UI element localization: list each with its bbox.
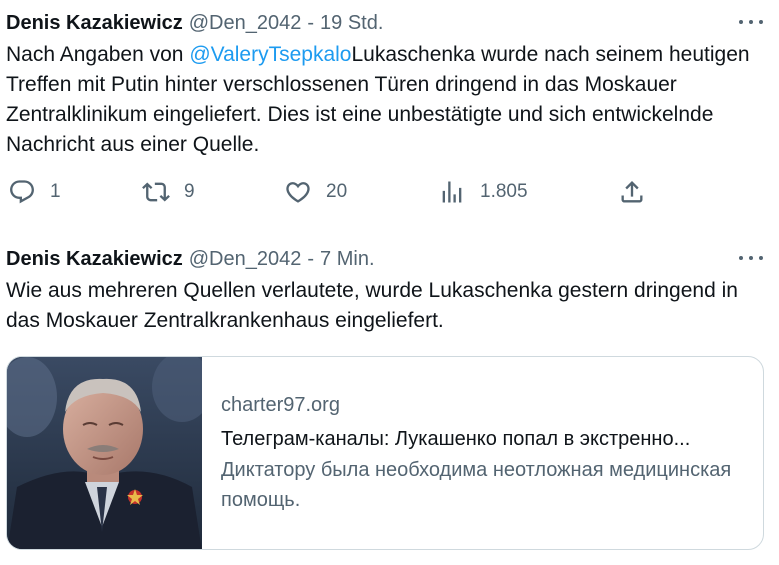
- share-icon: [618, 178, 646, 206]
- link-preview-card[interactable]: charter97.org Телеграм-каналы: Лукашенко…: [6, 356, 764, 550]
- more-options-icon[interactable]: [739, 12, 763, 32]
- display-name[interactable]: Denis Kazakiewicz: [6, 12, 183, 35]
- retweet-count: 9: [184, 181, 195, 202]
- tweet-text: Nach Angaben von @ValeryTsepkaloLukasche…: [6, 40, 776, 160]
- views-button[interactable]: 1.805: [438, 178, 528, 206]
- card-thumbnail-image[interactable]: [7, 357, 202, 549]
- reply-count: 1: [50, 181, 61, 202]
- display-name[interactable]: Denis Kazakiewicz: [6, 248, 183, 271]
- retweet-button[interactable]: 9: [142, 178, 195, 206]
- like-count: 20: [326, 181, 348, 202]
- card-description: Диктатору была необходима неотложная мед…: [221, 459, 732, 511]
- tweet-header: Denis Kazakiewicz @Den_2042 - 19 Std.: [6, 8, 769, 38]
- views-bar-chart-icon: [438, 178, 466, 206]
- separator: -: [307, 247, 315, 270]
- tweet[interactable]: Denis Kazakiewicz @Den_2042 - 19 Std. Na…: [6, 8, 769, 204]
- card-title[interactable]: Телеграм-каналы: Лукашенко попал в экстр…: [221, 425, 749, 453]
- more-options-icon[interactable]: [739, 248, 763, 268]
- reply-button[interactable]: 1: [8, 178, 61, 206]
- share-button[interactable]: [618, 178, 646, 206]
- tweet[interactable]: Denis Kazakiewicz @Den_2042 - 7 Min. Wie…: [6, 244, 769, 336]
- timestamp[interactable]: 19 Std.: [320, 12, 383, 35]
- retweet-icon: [142, 178, 170, 206]
- tweet-actions: 1 9 20 1.805: [6, 178, 656, 208]
- reply-icon: [8, 178, 36, 206]
- tweet-text-prefix: Nach Angaben von: [6, 43, 190, 66]
- mention-link[interactable]: @ValeryTsepkalo: [189, 43, 351, 66]
- heart-icon: [284, 178, 312, 206]
- user-handle[interactable]: @Den_2042: [189, 248, 302, 271]
- like-button[interactable]: 20: [284, 178, 347, 206]
- card-domain: charter97.org: [221, 394, 340, 416]
- views-count: 1.805: [480, 181, 528, 202]
- tweet-header: Denis Kazakiewicz @Den_2042 - 7 Min.: [6, 244, 769, 274]
- separator: -: [307, 11, 315, 34]
- timestamp[interactable]: 7 Min.: [320, 248, 374, 271]
- user-handle[interactable]: @Den_2042: [189, 12, 302, 35]
- card-meta: charter97.org Телеграм-каналы: Лукашенко…: [221, 391, 749, 515]
- tweet-text: Wie aus mehreren Quellen verlautete, wur…: [6, 279, 738, 332]
